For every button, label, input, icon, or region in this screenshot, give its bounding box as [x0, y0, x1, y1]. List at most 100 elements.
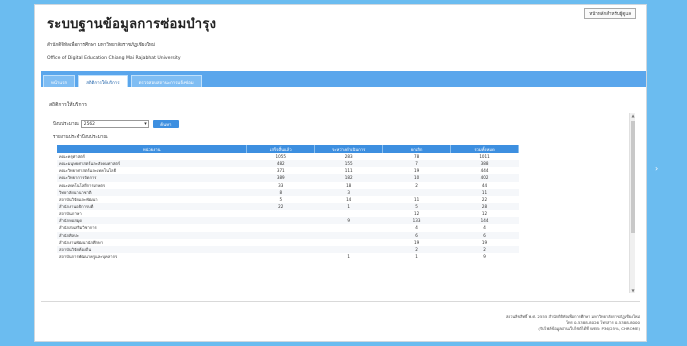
statistics-table: หน่วยงาน เสร็จสิ้นแล้ว ระหว่างดำเนินการ …: [57, 145, 519, 260]
table-cell-department: วิทยาลัยนานาชาติ: [57, 188, 247, 196]
table-cell-department: สำนักงานอธิการบดี: [57, 202, 247, 211]
table-cell-department: สำนักส่งเสริมวิชาการ: [59, 225, 97, 231]
table-cell-department: สถาบันภาษา: [59, 211, 82, 217]
admin-home-link[interactable]: หน้าหลักสำหรับผู้ดูแล: [584, 8, 636, 19]
table-row: คณะวิทยาการจัดการ 389 182 10 402: [57, 174, 519, 182]
site-header: ระบบฐานข้อมูลการซ่อมบำรุง สำนักดิจิทัลเพ…: [35, 5, 646, 67]
table-caption: รายงานประจำปีงบประมาณ: [53, 135, 108, 140]
table-cell-value: 12: [413, 211, 420, 217]
table-row: สถาบันการพัฒนาครูและบุคลากร 1 1 9: [57, 253, 519, 260]
table-cell-department: คณะมนุษยศาสตร์และสังคมศาสตร์: [57, 160, 247, 168]
site-subtitle-english: Office of Digital Education Chiang Mai R…: [47, 56, 181, 61]
tab-bar: หน้าแรก สถิติการให้บริการ ตรวจสอบสถานะกา…: [41, 71, 646, 87]
scroll-down-arrow-icon[interactable]: ▼: [630, 288, 636, 293]
site-title: ระบบฐานข้อมูลการซ่อมบำรุง: [47, 17, 217, 32]
table-cell-department: คณะครุศาสตร์: [59, 154, 85, 160]
table-cell-value: 388: [450, 160, 519, 168]
table-cell-value: 22: [246, 202, 315, 211]
table-cell-value: [246, 217, 315, 225]
table-cell-value: 283: [344, 154, 353, 160]
fiscal-year-label: ปีงบประมาณ: [53, 121, 79, 127]
table-cell-value: [314, 245, 383, 253]
table-row: คณะวิทยาศาสตร์และเทคโนโลยี 371 111 19 444: [57, 167, 519, 174]
table-cell-value: 28: [450, 202, 519, 211]
table-cell-value: [315, 210, 383, 217]
table-cell-value: [314, 231, 383, 239]
search-button[interactable]: ค้นหา: [152, 120, 179, 128]
footer-divider: [41, 301, 640, 302]
section-title: สถิติการให้บริการ: [49, 102, 87, 108]
table-cell-value: 8: [246, 188, 315, 196]
scroll-thumb[interactable]: [631, 121, 635, 233]
table-cell-value: 1: [347, 254, 350, 260]
table-cell-value: 14: [346, 196, 352, 202]
table-cell-value: 5: [382, 202, 451, 211]
table-cell-value: [247, 239, 315, 246]
vertical-scrollbar[interactable]: ▲ ▼: [629, 113, 635, 293]
table-cell-value: 133: [382, 217, 451, 225]
table-cell-value: 44: [481, 182, 488, 188]
table-cell-value: 22: [481, 196, 488, 202]
scroll-up-arrow-icon[interactable]: ▲: [630, 113, 636, 118]
table-row: คณะมนุษยศาสตร์และสังคมศาสตร์ 482 155 7 388: [57, 160, 519, 168]
table-row: สถาบันภาษา 12 12: [57, 210, 519, 217]
table-cell-value: 155: [314, 160, 383, 168]
table-cell-value: 2: [382, 245, 451, 253]
table-cell-value: 371: [276, 168, 285, 174]
table-cell-value: 3: [314, 188, 383, 196]
table-cell-value: 482: [246, 160, 315, 168]
column-header-department[interactable]: หน่วยงาน: [57, 145, 248, 153]
site-subtitle-thai: สำนักดิจิทัลเพื่อการศึกษา มหาวิทยาลัยราช…: [47, 43, 155, 48]
table-cell-value: [246, 245, 315, 253]
table-cell-value: 1: [415, 254, 418, 260]
table-cell-value: 6: [450, 231, 519, 239]
table-row: สถาบันวิจัยท้องถิ่น 2 2: [57, 245, 519, 253]
table-cell-department: คณะวิทยาการจัดการ: [57, 174, 247, 182]
column-header-in-progress[interactable]: ระหว่างดำเนินการ: [314, 145, 384, 153]
filter-row: ปีงบประมาณ 2562 ▾ ค้นหา: [53, 120, 638, 128]
table-cell-value: [247, 210, 315, 217]
table-cell-value: 111: [344, 168, 353, 174]
column-header-cancelled[interactable]: ยกเลิก: [382, 145, 452, 153]
footer-note: (รับไฟล์ข้อมูลผ่านเว็บไซต์ได้ที่ WEB: P3…: [538, 326, 640, 331]
tab-statistics[interactable]: สถิติการให้บริการ: [78, 75, 128, 87]
tab-check-status[interactable]: ตรวจสอบสถานะการแจ้งซ่อม: [130, 75, 202, 87]
fiscal-year-select[interactable]: 2562 ▾: [80, 120, 149, 128]
table-cell-value: 1: [314, 202, 383, 211]
table-cell-department: สำนักหอสมุด: [57, 217, 247, 225]
table-cell-value: 18: [346, 182, 352, 188]
table-cell-value: 33: [278, 182, 284, 188]
table-cell-value: [315, 239, 383, 246]
tab-home[interactable]: หน้าแรก: [43, 75, 76, 87]
table-cell-department: คณะวิทยาศาสตร์และเทคโนโลยี: [59, 168, 116, 174]
table-cell-value: 9: [483, 254, 486, 260]
table-cell-value: 6: [382, 231, 451, 239]
table-row: คณะเทคโนโลยีการเกษตร 33 18 2 44: [57, 182, 519, 189]
table-cell-value: 1011: [479, 154, 490, 160]
table-row: สำนักศิลปะ 6 6: [57, 231, 519, 239]
table-cell-value: 444: [480, 168, 489, 174]
fiscal-year-value: 2562: [83, 121, 95, 127]
table-cell-value: 9: [314, 217, 383, 225]
table-cell-value: 11: [413, 196, 420, 202]
table-cell-value: 182: [314, 174, 383, 182]
table-cell-value: 19: [413, 239, 420, 245]
table-row: สำนักงานพัฒนานักศึกษา 19 19: [57, 239, 519, 246]
statistics-table-wrapper: หน่วยงาน เสร็จสิ้นแล้ว ระหว่างดำเนินการ …: [57, 145, 519, 260]
table-cell-value: [246, 231, 315, 239]
column-header-completed[interactable]: เสร็จสิ้นแล้ว: [246, 145, 316, 153]
column-header-total[interactable]: รวมทั้งหมด: [450, 145, 519, 153]
table-cell-value: 7: [382, 160, 451, 168]
table-cell-value: 389: [246, 174, 315, 182]
table-row: คณะครุศาสตร์ 1055 283 78 1011: [57, 153, 519, 160]
table-cell-value: 11: [450, 188, 519, 196]
table-cell-value: 2: [415, 182, 418, 188]
table-cell-department: สำนักงานพัฒนานักศึกษา: [59, 239, 104, 245]
table-cell-department: สำนักศิลปะ: [57, 231, 247, 239]
next-arrow-icon[interactable]: ›: [655, 164, 658, 173]
table-cell-value: 5: [279, 196, 283, 202]
table-cell-value: 19: [413, 168, 420, 174]
table-cell-department: คณะเทคโนโลยีการเกษตร: [59, 182, 106, 188]
table-cell-value: 10: [382, 174, 451, 182]
table-row: สำนักหอสมุด 9 133 144: [57, 217, 519, 225]
